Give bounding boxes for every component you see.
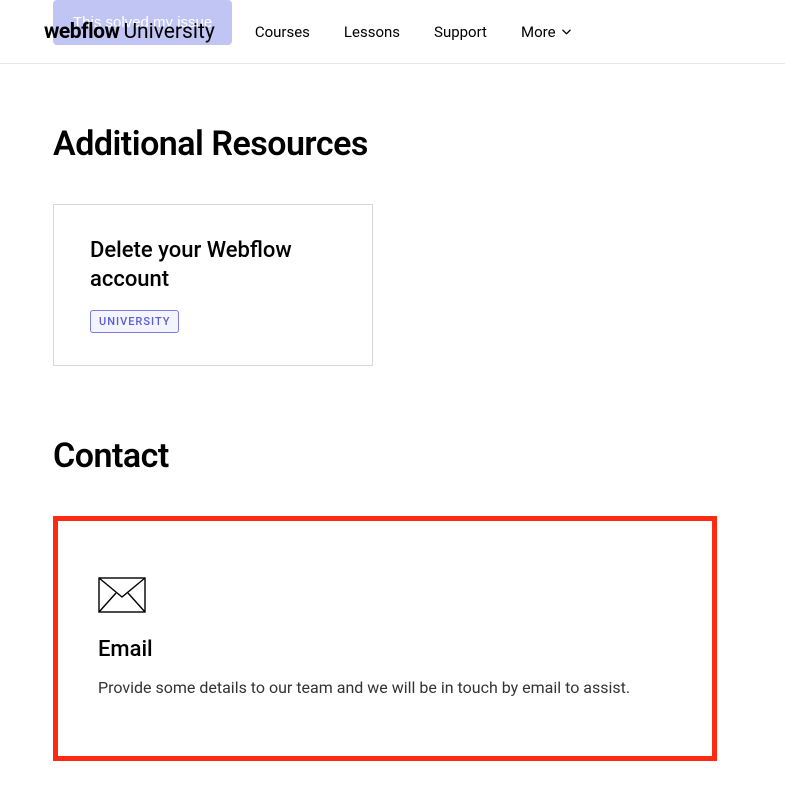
logo[interactable]: webflow University bbox=[44, 20, 215, 44]
email-description: Provide some details to our team and we … bbox=[98, 676, 672, 700]
header: This solved my issue webflow University … bbox=[0, 0, 785, 64]
chevron-down-icon bbox=[562, 29, 571, 35]
resource-card-title: Delete your Webflow account bbox=[90, 237, 336, 294]
main-content: Additional Resources Delete your Webflow… bbox=[0, 64, 785, 761]
email-icon-wrap bbox=[98, 577, 672, 617]
contact-section: Contact Email Provide some details to ou… bbox=[53, 436, 732, 761]
email-contact-card[interactable]: Email Provide some details to our team a… bbox=[53, 516, 717, 761]
contact-title: Contact bbox=[53, 436, 732, 476]
nav-lessons[interactable]: Lessons bbox=[344, 23, 400, 41]
resources-title: Additional Resources bbox=[53, 124, 732, 164]
nav-courses[interactable]: Courses bbox=[255, 23, 310, 41]
nav-support[interactable]: Support bbox=[434, 23, 487, 41]
logo-sub: University bbox=[123, 20, 214, 44]
nav-more[interactable]: More bbox=[521, 23, 571, 41]
logo-main: webflow bbox=[44, 20, 119, 44]
nav-more-label: More bbox=[521, 23, 556, 41]
envelope-icon bbox=[98, 577, 146, 613]
resource-card-delete-account[interactable]: Delete your Webflow account UNIVERSITY bbox=[53, 204, 373, 366]
email-title: Email bbox=[98, 637, 672, 662]
main-nav: Courses Lessons Support More bbox=[255, 23, 571, 41]
resource-badge: UNIVERSITY bbox=[90, 310, 179, 333]
